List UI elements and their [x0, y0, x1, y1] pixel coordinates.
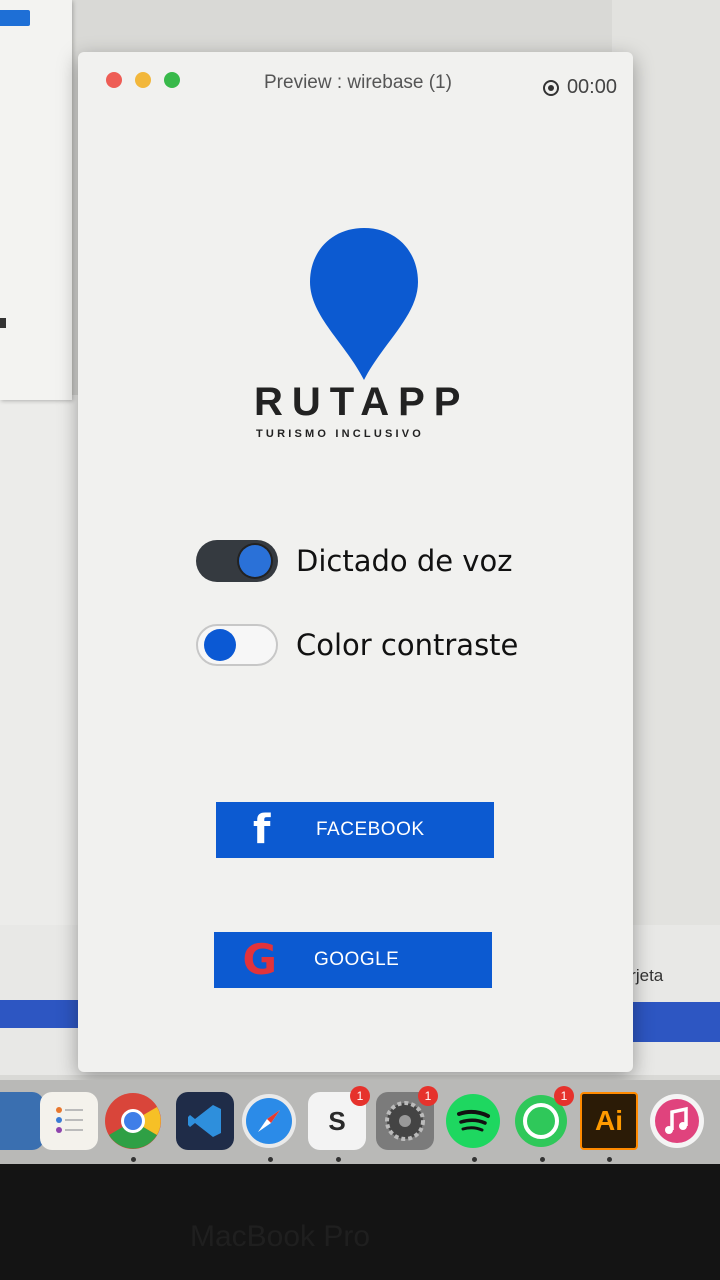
- voice-dictation-label: Dictado de voz: [296, 544, 513, 578]
- illustrator-icon: Ai: [595, 1105, 623, 1136]
- zoom-window-button[interactable]: [164, 72, 180, 88]
- toggle-knob: [204, 629, 236, 661]
- running-indicator: [131, 1157, 136, 1162]
- safari-dock-icon[interactable]: [240, 1092, 298, 1150]
- notification-badge: 1: [554, 1086, 574, 1106]
- running-indicator: [607, 1157, 612, 1162]
- google-icon: G: [242, 935, 278, 984]
- reminders-dock-icon[interactable]: [40, 1092, 98, 1150]
- itunes-dock-icon[interactable]: [648, 1092, 706, 1150]
- window-title: Preview : wirebase (1): [264, 72, 452, 93]
- contrast-color-setting: Color contraste: [196, 624, 518, 666]
- reminders-icon: [56, 1107, 83, 1133]
- running-indicator: [540, 1157, 545, 1162]
- background-left-window: [0, 0, 72, 400]
- record-indicator[interactable]: 00:00: [542, 76, 617, 99]
- itunes-icon: [650, 1094, 704, 1148]
- notification-badge: 1: [350, 1086, 370, 1106]
- facebook-icon: f: [253, 807, 271, 853]
- google-login-button[interactable]: G GOOGLE: [214, 932, 492, 988]
- running-indicator: [268, 1157, 273, 1162]
- record-icon: [542, 79, 559, 96]
- background-blue-tab: [0, 10, 30, 26]
- facebook-button-label: FACEBOOK: [316, 819, 425, 840]
- minimize-window-button[interactable]: [135, 72, 151, 88]
- running-indicator: [472, 1157, 477, 1162]
- spotify-icon: [446, 1094, 500, 1148]
- spotify-dock-icon[interactable]: [444, 1092, 502, 1150]
- system-preferences-dock-icon[interactable]: 1: [376, 1086, 438, 1150]
- preview-dock-icon[interactable]: [0, 1092, 44, 1150]
- record-time: 00:00: [566, 76, 617, 98]
- chrome-dock-icon[interactable]: [104, 1092, 162, 1150]
- app-logo-name: RUTAPP: [254, 380, 470, 424]
- voice-dictation-toggle[interactable]: [196, 540, 278, 582]
- gear-icon: [385, 1101, 425, 1141]
- background-blue-bar: [0, 1000, 80, 1028]
- close-window-button[interactable]: [106, 72, 122, 88]
- vscode-dock-icon[interactable]: [176, 1092, 234, 1150]
- chrome-icon: [105, 1093, 161, 1149]
- slack-dock-icon[interactable]: S 1: [308, 1086, 370, 1150]
- toggle-knob: [239, 545, 271, 577]
- contrast-color-toggle[interactable]: [196, 624, 278, 666]
- whatsapp-dock-icon[interactable]: 1: [512, 1086, 574, 1150]
- illustrator-dock-icon[interactable]: Ai: [580, 1092, 638, 1150]
- google-button-label: GOOGLE: [314, 949, 400, 970]
- vscode-icon: [188, 1105, 221, 1137]
- notification-badge: 1: [418, 1086, 438, 1106]
- slack-icon: S: [328, 1105, 346, 1136]
- safari-icon: [242, 1094, 296, 1148]
- window-titlebar[interactable]: Preview : wirebase (1) 00:00: [78, 52, 633, 114]
- facebook-login-button[interactable]: f FACEBOOK: [216, 802, 494, 858]
- contrast-color-label: Color contraste: [296, 628, 519, 662]
- running-indicator: [336, 1157, 341, 1162]
- voice-dictation-setting: Dictado de voz: [196, 540, 512, 582]
- background-marker: [0, 318, 6, 328]
- bezel-label: MacBook Pro: [190, 1220, 371, 1253]
- preview-window: Preview : wirebase (1) 00:00 RUTAPP TURI…: [78, 52, 633, 1072]
- app-logo-tagline: TURISMO INCLUSIVO: [256, 428, 425, 440]
- location-pin-logo-icon: [310, 228, 418, 380]
